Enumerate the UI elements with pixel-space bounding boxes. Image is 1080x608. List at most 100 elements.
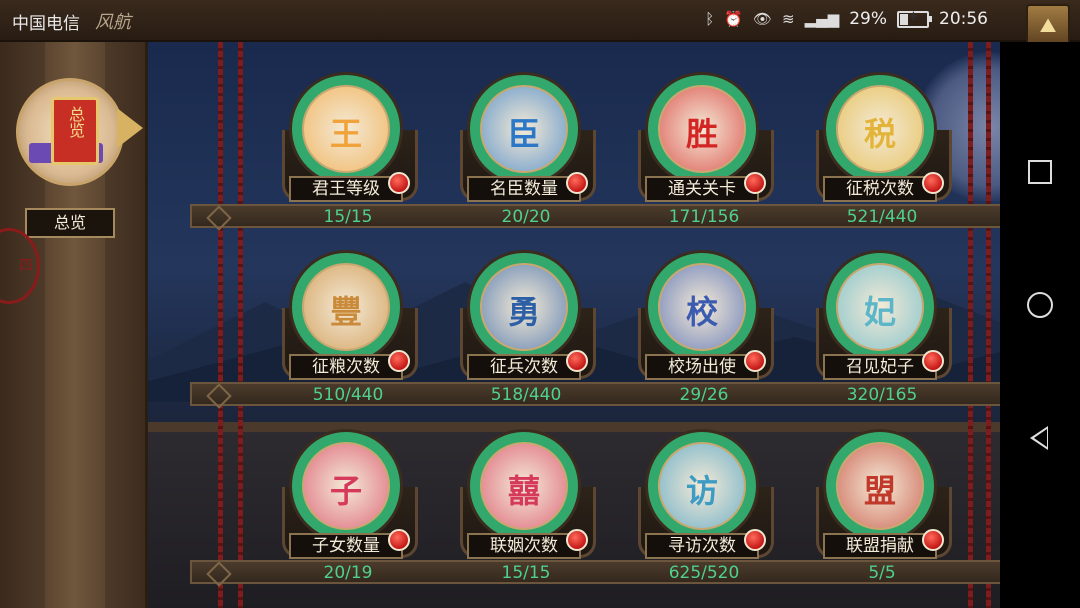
notification-dot-icon: [566, 529, 588, 551]
emblem-icon: 胜: [685, 115, 718, 153]
stat-label: 通关关卡: [645, 176, 759, 202]
progress-ring: 妃: [823, 250, 937, 364]
status-bar: 中国电信 风航 ᛒ ⏰ 👁 ≋ ▂▄▆ 29% + 20:56 ⛰: [0, 0, 1080, 48]
stat-label: 君王等级: [289, 176, 403, 202]
status-icons: ᛒ ⏰ 👁 ≋ ▂▄▆ 29% + 20:56: [705, 9, 988, 30]
notification-dot-icon: [388, 350, 410, 372]
progress-ring: 税: [823, 72, 937, 186]
emblem-icon: 豐: [329, 293, 362, 331]
stat-item[interactable]: 子子女数量: [282, 429, 418, 579]
emblem-icon: 子: [329, 472, 362, 510]
emblem-icon: 妃: [863, 293, 896, 331]
progress-ring: 子: [289, 429, 403, 543]
notification-dot-icon: [744, 529, 766, 551]
rope-left-1: [218, 42, 223, 608]
stat-emblem: 勇: [480, 263, 568, 351]
rope-right-2: [986, 42, 991, 608]
rope-left-2: [238, 42, 243, 608]
notification-dot-icon: [388, 529, 410, 551]
stat-item[interactable]: 胜通关关卡: [638, 72, 774, 222]
clock: 20:56: [939, 9, 988, 29]
notification-dot-icon: [922, 350, 944, 372]
stat-emblem: 胜: [658, 85, 746, 173]
home-icon[interactable]: [1027, 292, 1053, 318]
stat-label: 名臣数量: [467, 176, 581, 202]
left-sidebar: 总览 总览 四: [0, 42, 148, 608]
progress-ring: 访: [645, 429, 759, 543]
emblem-icon: 盟: [863, 472, 896, 510]
progress-ring: 臣: [467, 72, 581, 186]
emblem-icon: 税: [863, 115, 896, 153]
mountain-icon: ⛰: [1039, 13, 1057, 37]
shelf-rosette: [206, 561, 232, 587]
carrier-label: 中国电信: [12, 14, 80, 34]
bluetooth-icon: ᛒ: [705, 10, 715, 28]
shelf-rosette: [206, 205, 232, 231]
stat-emblem: 校: [658, 263, 746, 351]
stat-emblem: 王: [302, 85, 390, 173]
stat-item[interactable]: 勇征兵次数: [460, 250, 596, 400]
recent-apps-icon[interactable]: [1028, 160, 1052, 184]
eye-icon: 👁: [752, 10, 773, 28]
emblem-icon: 勇: [507, 293, 540, 331]
stat-item[interactable]: 臣名臣数量: [460, 72, 596, 222]
notification-dot-icon: [566, 172, 588, 194]
progress-ring: 校: [645, 250, 759, 364]
stat-item[interactable]: 王君王等级: [282, 72, 418, 222]
stat-label: 寻访次数: [645, 533, 759, 559]
stat-emblem: 豐: [302, 263, 390, 351]
shelf-rosette: [206, 383, 232, 409]
signal-4g-icon: ▂▄▆: [804, 10, 840, 28]
stat-item[interactable]: 税征税次数: [816, 72, 952, 222]
notification-dot-icon: [922, 172, 944, 194]
notification-dot-icon: [388, 172, 410, 194]
back-icon[interactable]: [1030, 426, 1048, 450]
stat-item[interactable]: 访寻访次数: [638, 429, 774, 579]
stat-label: 征粮次数: [289, 354, 403, 380]
app-watermark: 风航: [95, 12, 131, 33]
stat-item[interactable]: 妃召见妃子: [816, 250, 952, 400]
stat-label: 征兵次数: [467, 354, 581, 380]
emblem-icon: 囍: [507, 472, 540, 510]
progress-ring: 胜: [645, 72, 759, 186]
alarm-icon: ⏰: [724, 10, 743, 28]
progress-ring: 囍: [467, 429, 581, 543]
notification-dot-icon: [566, 350, 588, 372]
notification-dot-icon: [744, 350, 766, 372]
stat-label: 子女数量: [289, 533, 403, 559]
stat-item[interactable]: 囍联姻次数: [460, 429, 596, 579]
wifi-icon: ≋: [782, 10, 795, 28]
red-seal-stamp: 四: [0, 228, 40, 304]
stat-emblem: 子: [302, 442, 390, 530]
emblem-icon: 臣: [507, 115, 540, 153]
battery-icon: +: [897, 9, 932, 28]
overview-tab-label[interactable]: 总览: [25, 208, 115, 238]
emblem-icon: 王: [329, 115, 362, 153]
notification-dot-icon: [922, 529, 944, 551]
stat-label: 联姻次数: [467, 533, 581, 559]
stat-emblem: 妃: [836, 263, 924, 351]
progress-ring: 豐: [289, 250, 403, 364]
emblem-icon: 访: [685, 472, 718, 510]
battery-percent: 29%: [849, 9, 887, 29]
notification-dot-icon: [744, 172, 766, 194]
rope-right-1: [968, 42, 973, 608]
stat-item[interactable]: 校校场出使: [638, 250, 774, 400]
emblem-icon: 校: [685, 293, 718, 331]
stat-emblem: 税: [836, 85, 924, 173]
scroll-icon: 总览: [51, 97, 99, 165]
progress-ring: 勇: [467, 250, 581, 364]
stat-emblem: 盟: [836, 442, 924, 530]
stat-label: 征税次数: [823, 176, 937, 202]
stat-item[interactable]: 豐征粮次数: [282, 250, 418, 400]
stat-emblem: 臣: [480, 85, 568, 173]
progress-ring: 盟: [823, 429, 937, 543]
stat-label: 校场出使: [645, 354, 759, 380]
stat-emblem: 访: [658, 442, 746, 530]
stat-label: 联盟捐献: [823, 533, 937, 559]
android-nav-bar: [1000, 42, 1080, 608]
stat-emblem: 囍: [480, 442, 568, 530]
stat-item[interactable]: 盟联盟捐献: [816, 429, 952, 579]
stat-label: 召见妃子: [823, 354, 937, 380]
overview-scroll-icon[interactable]: 总览: [16, 78, 124, 186]
